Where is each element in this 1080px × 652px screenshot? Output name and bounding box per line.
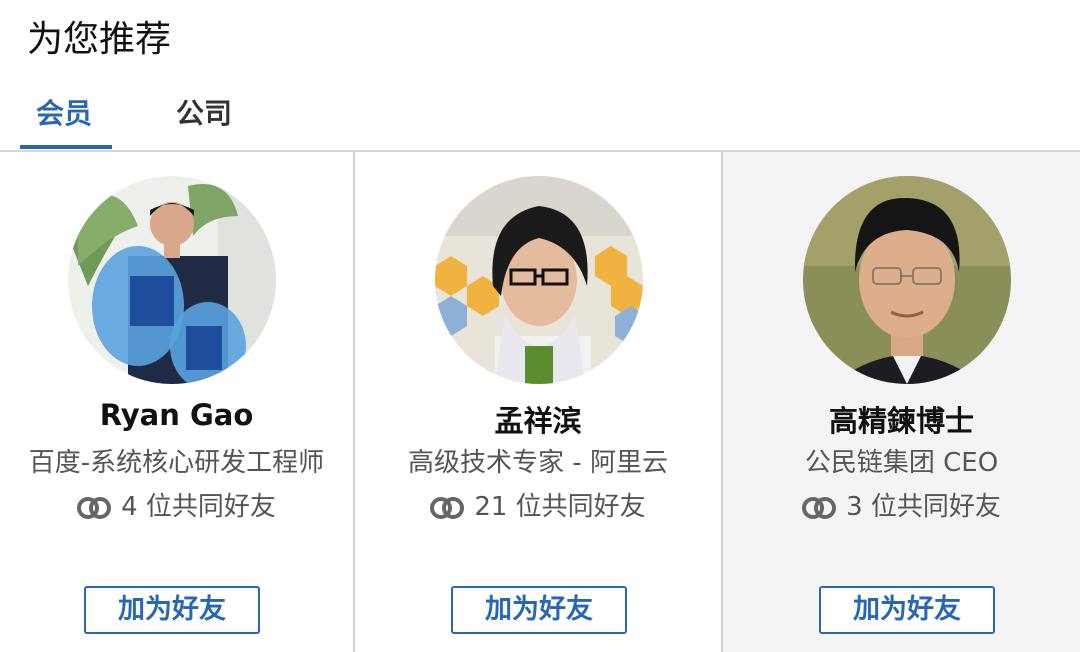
add-friend-button[interactable]: 加为好友 — [84, 586, 260, 634]
member-headline: 百度-系统核心研发工程师 — [28, 448, 325, 478]
section-title: 为您推荐 — [27, 19, 172, 60]
member-name[interactable]: 高精鍊博士 — [723, 398, 1080, 440]
mutual-connections: 4 位共同好友 — [0, 486, 353, 526]
member-headline: 高级技术专家 - 阿里云 — [408, 448, 668, 478]
avatar[interactable] — [68, 176, 276, 384]
active-tab-indicator — [20, 145, 112, 149]
add-friend-button[interactable]: 加为好友 — [819, 586, 995, 634]
profile-photo — [68, 176, 276, 384]
mutual-connections: 21 位共同好友 — [355, 486, 721, 526]
member-name[interactable]: 孟祥滨 — [355, 398, 721, 440]
mutual-connections: 3 位共同好友 — [723, 486, 1080, 526]
tab-bar: 会员 公司 — [0, 80, 1080, 152]
tab-members[interactable]: 会员 — [36, 92, 92, 132]
profile-photo — [435, 176, 643, 384]
mutual-connections-icon — [430, 496, 465, 526]
member-card: 高精鍊博士 公民链集团 CEO 3 位共同好友 加为好友 — [723, 152, 1080, 652]
mutual-connections-text: 21 位共同好友 — [474, 492, 646, 522]
recommendation-list: Ryan Gao 百度-系统核心研发工程师 4 位共同好友 加为好友 孟祥滨 高… — [0, 152, 1080, 652]
member-headline: 公民链集团 CEO — [804, 448, 999, 478]
add-friend-button[interactable]: 加为好友 — [451, 586, 627, 634]
mutual-connections-text: 3 位共同好友 — [846, 492, 1001, 522]
member-name[interactable]: Ryan Gao — [0, 398, 353, 432]
avatar[interactable] — [803, 176, 1011, 384]
mutual-connections-icon — [802, 496, 837, 526]
member-card: 孟祥滨 高级技术专家 - 阿里云 21 位共同好友 加为好友 — [355, 152, 723, 652]
member-card: Ryan Gao 百度-系统核心研发工程师 4 位共同好友 加为好友 — [0, 152, 355, 652]
avatar[interactable] — [435, 176, 643, 384]
mutual-connections-icon — [77, 496, 112, 526]
mutual-connections-text: 4 位共同好友 — [121, 492, 276, 522]
profile-photo — [803, 176, 1011, 384]
tab-companies[interactable]: 公司 — [176, 92, 232, 132]
